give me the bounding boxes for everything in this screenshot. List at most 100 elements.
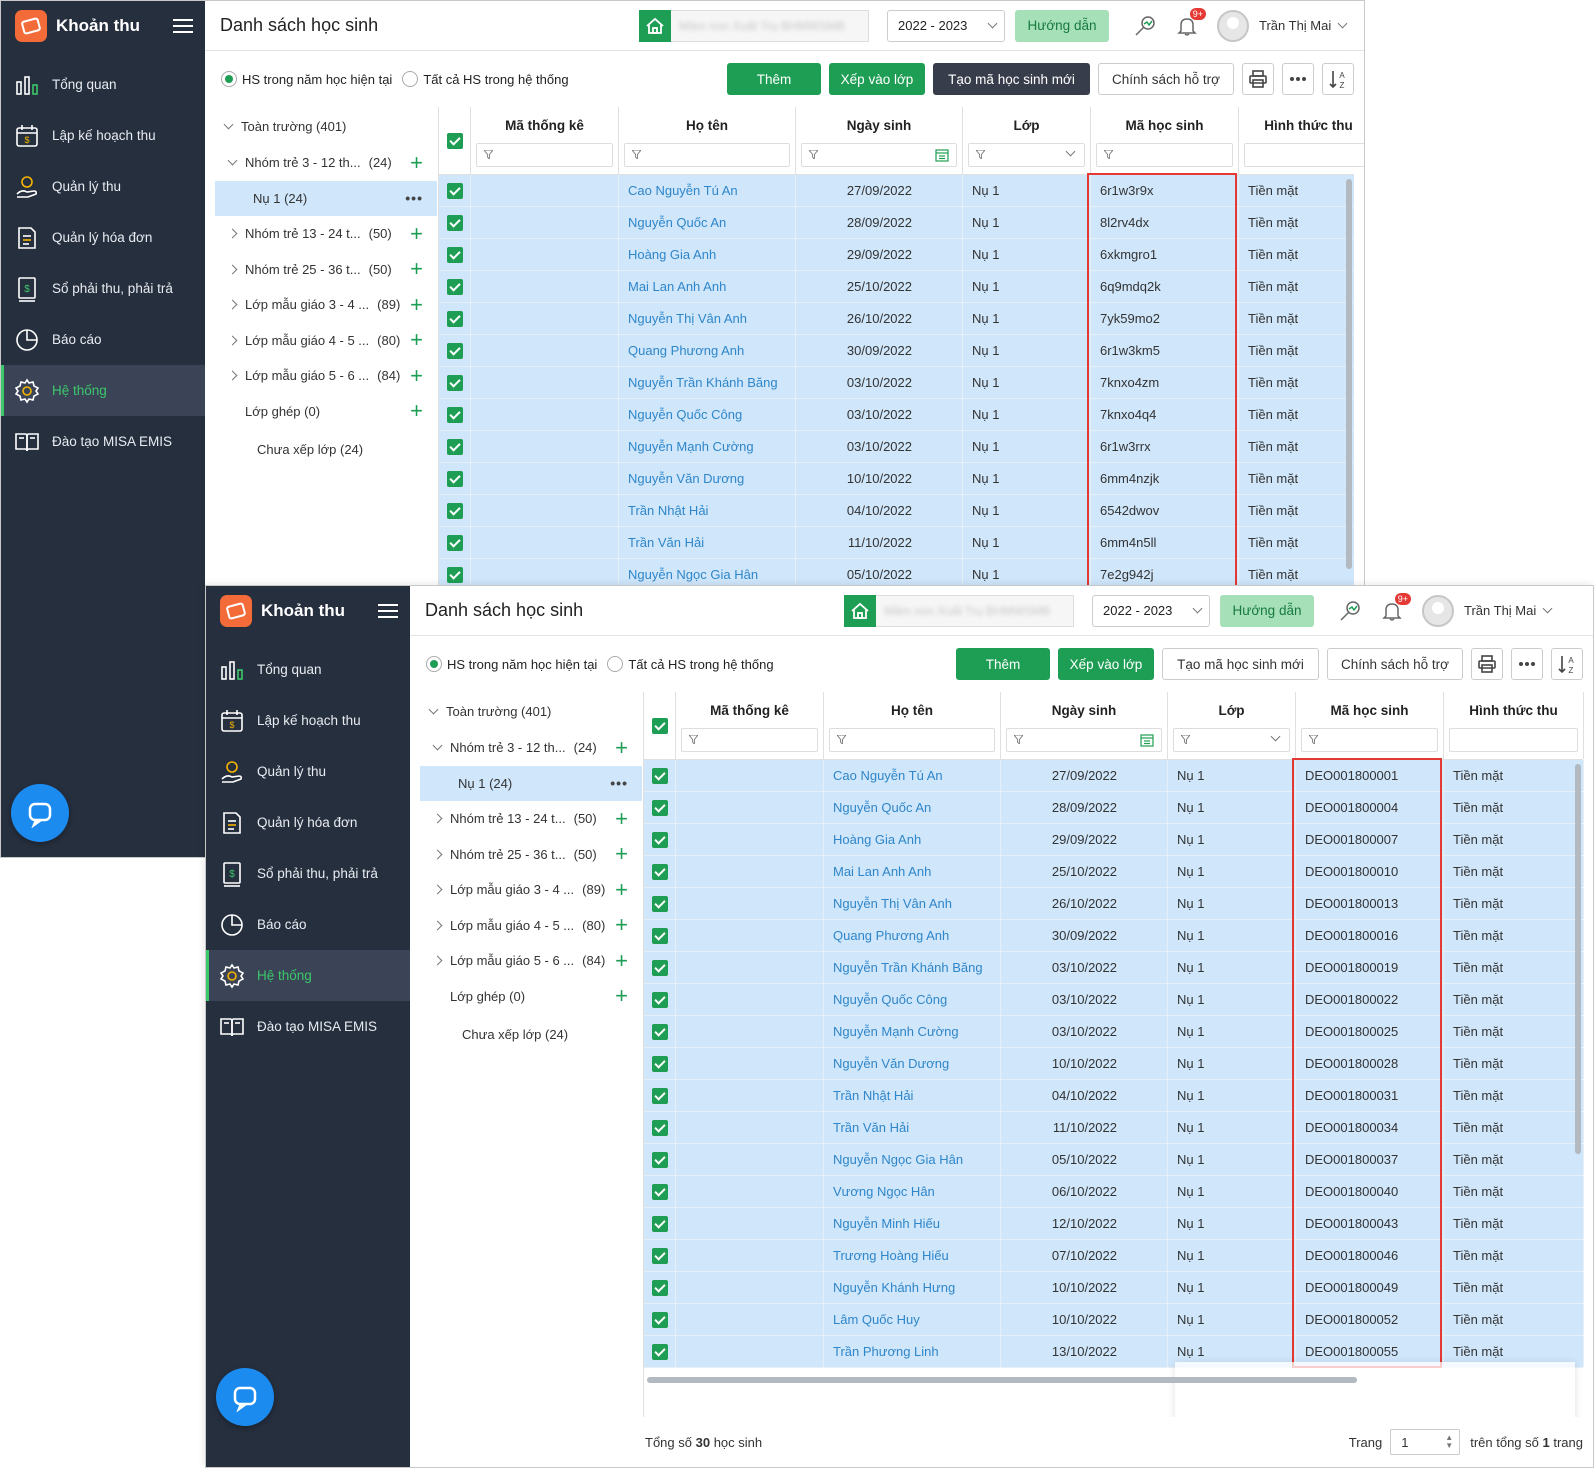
sidebar-item-3[interactable]: Quản lý hóa đơn <box>1 212 205 263</box>
table-row[interactable]: Cao Nguyễn Tú An 27/09/2022 Nụ 1 6r1w3r9x Ti… <box>439 175 1354 207</box>
tree-item[interactable]: Lớp mẫu giáo 4 - 5 ... (80) + <box>420 908 642 944</box>
more-options-icon[interactable]: ••• <box>405 190 423 206</box>
cell-name[interactable]: Hoàng Gia Anh <box>619 239 796 270</box>
tree-item[interactable]: Lớp ghép (0) + <box>215 394 437 430</box>
table-row[interactable]: Trần Nhật Hải 04/10/2022 Nụ 1 DEO001800031 T… <box>644 1080 1584 1112</box>
user-name[interactable]: Trần Thị Mai <box>1464 603 1536 618</box>
row-checkbox[interactable] <box>644 1272 676 1303</box>
cell-name[interactable]: Cao Nguyễn Tú An <box>824 760 1001 791</box>
row-checkbox[interactable] <box>644 888 676 919</box>
tree-item[interactable]: Lớp mẫu giáo 3 - 4 ... (89) + <box>420 872 642 908</box>
row-checkbox[interactable] <box>644 1080 676 1111</box>
column-header[interactable]: Mã thống kê <box>676 692 824 759</box>
guide-button[interactable]: Hướng dẫn <box>1220 594 1314 627</box>
page-number-input[interactable]: 1 ▲ ▼ <box>1390 1429 1461 1455</box>
cell-name[interactable]: Mai Lan Anh Anh <box>824 856 1001 887</box>
column-filter-input[interactable] <box>1173 728 1290 752</box>
tree-item[interactable]: Lớp mẫu giáo 3 - 4 ... (89) + <box>215 287 437 323</box>
sidebar-item-1[interactable]: $ Lập kế hoạch thu <box>206 695 410 746</box>
table-row[interactable]: Nguyễn Trần Khánh Băng 03/10/2022 Nụ 1 DEO0… <box>644 952 1584 984</box>
menu-toggle-icon[interactable] <box>378 600 398 622</box>
school-selector[interactable]: Mầm non Xuất Trụ BHMWSMB <box>844 594 1074 627</box>
home-icon[interactable] <box>844 594 876 627</box>
column-header[interactable]: Ngày sinh <box>796 107 963 174</box>
sidebar-item-4[interactable]: $ Sổ phải thu, phải trả <box>206 848 410 899</box>
assign-class-button[interactable]: Xếp vào lớp <box>1058 648 1154 680</box>
tree-item[interactable]: Chưa xếp lớp (24) <box>215 429 437 469</box>
table-row[interactable]: Nguyễn Trần Khánh Băng 03/10/2022 Nụ 1 7knx… <box>439 367 1354 399</box>
table-row[interactable]: Trần Văn Hải 11/10/2022 Nụ 1 DEO001800034 Ti… <box>644 1112 1584 1144</box>
chevron-down-icon[interactable] <box>1542 603 1553 614</box>
sidebar-item-7[interactable]: Đào tạo MISA EMIS <box>1 416 205 467</box>
row-checkbox[interactable] <box>644 1048 676 1079</box>
statistics-icon[interactable] <box>1334 595 1366 627</box>
table-row[interactable]: Nguyễn Minh Hiếu 12/10/2022 Nụ 1 DEO0018000… <box>644 1208 1584 1240</box>
calendar-icon[interactable] <box>935 148 949 162</box>
cell-name[interactable]: Trần Nhật Hải <box>619 495 796 526</box>
add-icon[interactable]: + <box>615 914 628 936</box>
stepper-icon[interactable]: ▲ ▼ <box>1445 1434 1453 1450</box>
cell-name[interactable]: Trương Hoàng Hiếu <box>824 1240 1001 1271</box>
more-options-icon[interactable] <box>1282 63 1314 95</box>
row-checkbox[interactable] <box>439 463 471 494</box>
add-icon[interactable]: + <box>410 293 423 315</box>
row-checkbox[interactable] <box>644 1112 676 1143</box>
add-icon[interactable]: + <box>410 151 423 173</box>
row-checkbox[interactable] <box>644 1304 676 1335</box>
horizontal-scrollbar[interactable] <box>647 1377 1357 1383</box>
column-header[interactable]: Mã thống kê <box>471 107 619 174</box>
cell-name[interactable]: Trần Phương Linh <box>824 1336 1001 1367</box>
support-policy-button[interactable]: Chính sách hỗ trợ <box>1327 648 1463 680</box>
print-icon[interactable] <box>1242 63 1274 95</box>
column-filter-input[interactable] <box>681 728 818 752</box>
add-icon[interactable]: + <box>410 329 423 351</box>
more-options-icon[interactable]: ••• <box>610 775 628 791</box>
column-header[interactable]: Ngày sinh <box>1001 692 1168 759</box>
add-icon[interactable]: + <box>615 843 628 865</box>
cell-name[interactable]: Nguyễn Thị Vân Anh <box>824 888 1001 919</box>
add-icon[interactable]: + <box>615 807 628 829</box>
radio-current-year[interactable]: HS trong năm học hiện tại <box>221 71 392 87</box>
tree-item[interactable]: Lớp mẫu giáo 5 - 6 ... (84) + <box>420 943 642 979</box>
table-row[interactable]: Trần Nhật Hải 04/10/2022 Nụ 1 6542dwov Tiền … <box>439 495 1354 527</box>
tree-item[interactable]: Nụ 1 (24) ••• <box>420 765 642 801</box>
table-row[interactable]: Nguyễn Quốc Công 03/10/2022 Nụ 1 DEO0018000… <box>644 984 1584 1016</box>
select-all-checkbox[interactable] <box>439 107 471 174</box>
vertical-scrollbar[interactable] <box>1575 764 1581 1154</box>
row-checkbox[interactable] <box>439 271 471 302</box>
row-checkbox[interactable] <box>439 239 471 270</box>
row-checkbox[interactable] <box>644 824 676 855</box>
chevron-down-icon[interactable] <box>432 740 442 751</box>
support-policy-button[interactable]: Chính sách hỗ trợ <box>1098 63 1234 95</box>
row-checkbox[interactable] <box>644 1336 676 1367</box>
chevron-down-icon[interactable] <box>227 155 237 166</box>
tree-item[interactable]: Chưa xếp lớp (24) <box>420 1014 642 1054</box>
menu-toggle-icon[interactable] <box>173 15 193 37</box>
add-button[interactable]: Thêm <box>956 648 1050 680</box>
column-filter-input[interactable] <box>968 143 1085 167</box>
chevron-down-icon[interactable] <box>1270 731 1281 742</box>
tree-root[interactable]: Toàn trường (401) <box>420 692 642 730</box>
tree-item[interactable]: Nhóm trẻ 25 - 36 t... (50) + <box>215 252 437 288</box>
tree-root[interactable]: Toàn trường (401) <box>215 107 437 145</box>
column-filter-input[interactable] <box>624 143 790 167</box>
add-button[interactable]: Thêm <box>727 63 821 95</box>
sort-icon[interactable]: AZ <box>1551 648 1583 680</box>
school-year-select[interactable]: 2022 - 2023 <box>1092 594 1210 627</box>
sidebar-item-2[interactable]: Quản lý thu <box>1 161 205 212</box>
sidebar-item-6[interactable]: Hệ thống <box>1 365 205 416</box>
table-row[interactable]: Nguyễn Quốc Công 03/10/2022 Nụ 1 7knxo4q4 Ti… <box>439 399 1354 431</box>
column-header[interactable]: Họ tên <box>619 107 796 174</box>
cell-name[interactable]: Cao Nguyễn Tú An <box>619 175 796 206</box>
cell-name[interactable]: Nguyễn Quốc An <box>619 207 796 238</box>
chat-support-button[interactable] <box>11 784 69 842</box>
chevron-right-icon[interactable] <box>227 335 237 346</box>
tree-item[interactable]: Lớp mẫu giáo 5 - 6 ... (84) + <box>215 358 437 394</box>
table-row[interactable]: Hoàng Gia Anh 29/09/2022 Nụ 1 6xkmgro1 Tiền … <box>439 239 1354 271</box>
radio-all-students[interactable]: Tất cả HS trong hệ thống <box>402 71 569 87</box>
column-header[interactable]: Họ tên <box>824 692 1001 759</box>
user-name[interactable]: Trần Thị Mai <box>1259 18 1331 33</box>
assign-class-button[interactable]: Xếp vào lớp <box>829 63 925 95</box>
row-checkbox[interactable] <box>439 207 471 238</box>
sort-icon[interactable]: AZ <box>1322 63 1354 95</box>
